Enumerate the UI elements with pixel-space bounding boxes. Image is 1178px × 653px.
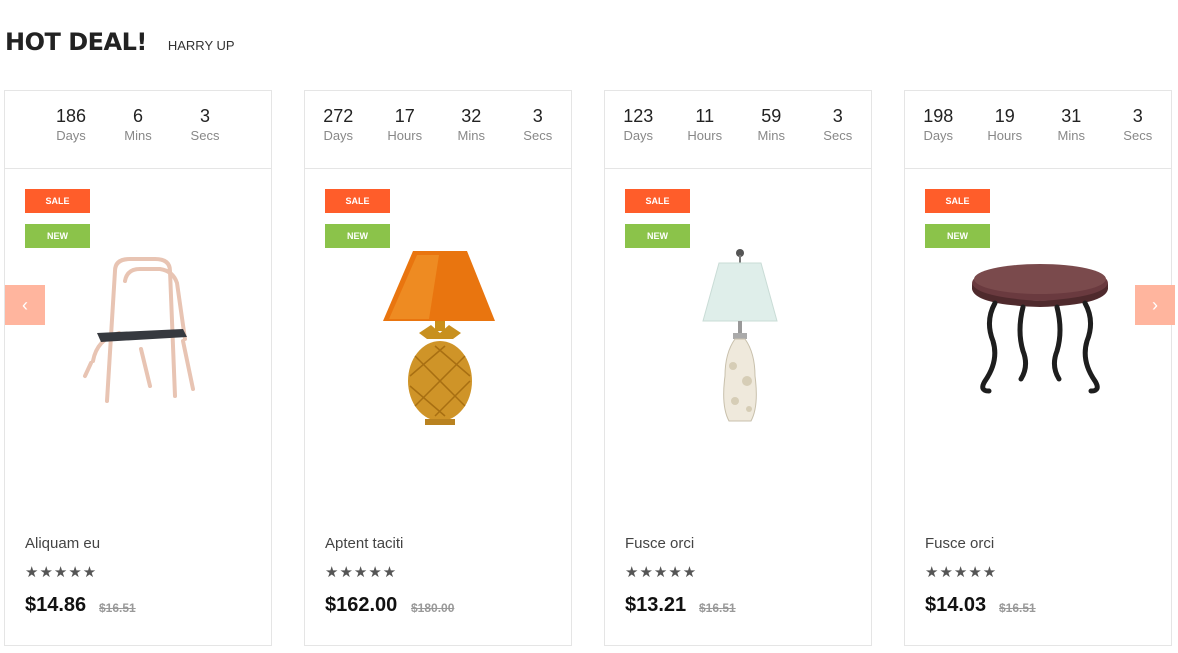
countdown-value: 32 <box>461 106 482 126</box>
section-title: HOT DEAL! <box>5 28 147 56</box>
product-name[interactable]: Fusce orci <box>925 535 994 552</box>
countdown-timer: 186 Days 6 Mins 3 Secs <box>5 91 271 169</box>
product-image[interactable] <box>955 241 1125 441</box>
countdown-unit: 123 Days <box>605 105 672 168</box>
product-name[interactable]: Aptent taciti <box>325 535 403 552</box>
countdown-value: 186 <box>55 106 87 126</box>
countdown-value: 123 <box>623 106 654 126</box>
countdown-unit: 32 Mins <box>438 105 505 168</box>
vase-lamp-icon <box>702 249 778 422</box>
product-price: $13.21 <box>625 594 687 616</box>
countdown-value: 19 <box>994 106 1015 126</box>
countdown-value: 31 <box>1061 106 1082 126</box>
countdown-label: Hours <box>987 128 1023 143</box>
star-rating: ★★★★★ <box>625 564 698 581</box>
countdown-unit: 198 Days <box>905 105 972 168</box>
old-price: $16.51 <box>699 601 736 615</box>
chevron-left-icon[interactable]: ‹ <box>5 285 45 325</box>
countdown-label: Mins <box>457 128 485 143</box>
product-image[interactable] <box>355 241 525 441</box>
countdown-timer: 123 Days 11 Hours 59 Mins 3 Secs <box>605 91 871 169</box>
countdown-label: Mins <box>124 128 152 143</box>
product-image[interactable] <box>655 241 825 441</box>
countdown-value: 17 <box>394 106 415 126</box>
side-table-icon <box>972 264 1108 394</box>
countdown-unit: 3 Secs <box>805 105 872 168</box>
countdown-label: Hours <box>387 128 423 143</box>
countdown-label: Secs <box>523 128 553 143</box>
countdown-unit: 6 Mins <box>105 105 172 168</box>
countdown-label: Days <box>923 128 954 143</box>
sale-badge: SALE <box>625 189 690 213</box>
countdown-value: 59 <box>761 106 782 126</box>
star-rating: ★★★★★ <box>925 564 998 581</box>
table-lamp-icon <box>383 251 495 425</box>
star-rating: ★★★★★ <box>25 564 98 581</box>
product-card[interactable]: 186 Days 6 Mins 3 Secs SALE NEW Aliquam … <box>4 90 272 646</box>
countdown-value: 198 <box>923 106 954 126</box>
countdown-value: 3 <box>199 106 210 126</box>
countdown-label: Days <box>623 128 654 143</box>
countdown-unit: 3 Secs <box>505 105 572 168</box>
countdown-value: 6 <box>132 106 143 126</box>
product-name[interactable]: Aliquam eu <box>25 535 100 552</box>
countdown-label: Secs <box>1123 128 1153 143</box>
countdown-label: Mins <box>1057 128 1085 143</box>
section-header: HOT DEAL! HARRY UP <box>5 28 235 56</box>
product-name[interactable]: Fusce orci <box>625 535 694 552</box>
countdown-unit: 186 Days <box>38 105 105 168</box>
countdown-timer: 198 Days 19 Hours 31 Mins 3 Secs <box>905 91 1171 169</box>
product-price: $14.86 <box>25 594 87 616</box>
star-rating: ★★★★★ <box>325 564 398 581</box>
countdown-unit: 59 Mins <box>738 105 805 168</box>
countdown-unit: 17 Hours <box>372 105 439 168</box>
countdown-unit: 19 Hours <box>972 105 1039 168</box>
countdown-value: 3 <box>1132 106 1143 126</box>
chair-icon <box>83 257 195 403</box>
product-card[interactable]: 198 Days 19 Hours 31 Mins 3 Secs SALE NE… <box>904 90 1172 646</box>
old-price: $16.51 <box>99 601 136 615</box>
sale-badge: SALE <box>925 189 990 213</box>
product-image[interactable] <box>55 241 225 441</box>
countdown-value: 3 <box>532 106 543 126</box>
countdown-unit: 11 Hours <box>672 105 739 168</box>
countdown-timer: 272 Days 17 Hours 32 Mins 3 Secs <box>305 91 571 169</box>
sale-badge: SALE <box>25 189 90 213</box>
chevron-right-icon[interactable]: › <box>1135 285 1175 325</box>
countdown-value: 272 <box>323 106 354 126</box>
countdown-value: 11 <box>695 106 715 126</box>
countdown-label: Mins <box>757 128 785 143</box>
old-price: $180.00 <box>411 601 455 615</box>
countdown-unit: 272 Days <box>305 105 372 168</box>
product-price: $14.03 <box>925 594 987 616</box>
sale-badge: SALE <box>325 189 390 213</box>
countdown-label: Secs <box>190 128 220 143</box>
countdown-label: Secs <box>823 128 853 143</box>
countdown-value: 3 <box>832 106 843 126</box>
countdown-unit: 3 Secs <box>172 105 239 168</box>
old-price: $16.51 <box>999 601 1036 615</box>
countdown-label: Hours <box>687 128 723 143</box>
countdown-unit: 3 Secs <box>1105 105 1172 168</box>
product-card[interactable]: 272 Days 17 Hours 32 Mins 3 Secs SALE NE… <box>304 90 572 646</box>
countdown-label: Days <box>56 128 86 143</box>
countdown-unit: 31 Mins <box>1038 105 1105 168</box>
section-subtitle: HARRY UP <box>167 38 235 53</box>
product-card[interactable]: 123 Days 11 Hours 59 Mins 3 Secs SALE NE… <box>604 90 872 646</box>
countdown-label: Days <box>323 128 354 143</box>
product-price: $162.00 <box>325 594 398 616</box>
